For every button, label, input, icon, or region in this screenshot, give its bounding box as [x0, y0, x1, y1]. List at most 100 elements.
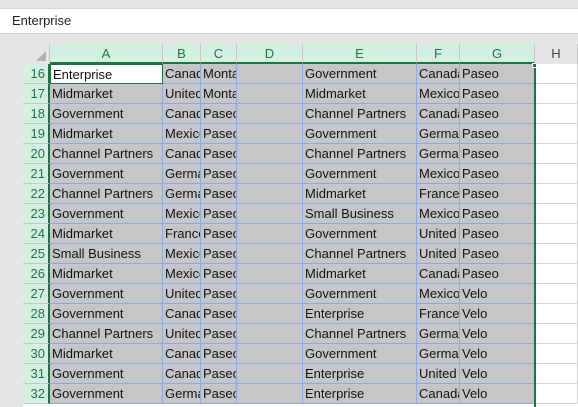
- cell-b[interactable]: Germany: [163, 184, 201, 204]
- cell-b[interactable]: United States: [163, 324, 201, 344]
- cell-c[interactable]: Paseo: [201, 224, 237, 244]
- cell-f[interactable]: Germany: [417, 144, 460, 164]
- cell-d[interactable]: [237, 184, 303, 204]
- cell-f[interactable]: Mexico: [417, 164, 460, 184]
- cell-a[interactable]: Enterprise: [50, 64, 163, 84]
- cell-b[interactable]: Canada: [163, 104, 201, 124]
- cell-c[interactable]: Paseo: [201, 124, 237, 144]
- cell-g[interactable]: Velo: [460, 384, 535, 404]
- cell-f[interactable]: United States: [417, 364, 460, 384]
- cell-e[interactable]: Midmarket: [303, 84, 417, 104]
- cell-a[interactable]: Channel Partners: [50, 144, 163, 164]
- cell-h[interactable]: [535, 344, 578, 364]
- cell-h[interactable]: [535, 144, 578, 164]
- cell-c[interactable]: Paseo: [201, 244, 237, 264]
- cell-a[interactable]: Channel Partners: [50, 324, 163, 344]
- cell-h[interactable]: [535, 184, 578, 204]
- cell-f[interactable]: Canada: [417, 264, 460, 284]
- cell-e[interactable]: Enterprise: [303, 384, 417, 404]
- formula-bar[interactable]: Enterprise: [0, 8, 578, 34]
- cell-d[interactable]: [237, 384, 303, 404]
- cell-f[interactable]: Mexico: [417, 284, 460, 304]
- cell-a[interactable]: Small Business: [50, 244, 163, 264]
- row-header[interactable]: 30: [23, 344, 50, 364]
- cell-h[interactable]: [535, 164, 578, 184]
- cell-g[interactable]: Paseo: [460, 84, 535, 104]
- cell-d[interactable]: [237, 144, 303, 164]
- column-header-g[interactable]: G: [460, 44, 535, 64]
- cell-e[interactable]: Channel Partners: [303, 104, 417, 124]
- cell-e[interactable]: Government: [303, 224, 417, 244]
- cell-f[interactable]: Canada: [417, 384, 460, 404]
- cell-g[interactable]: Paseo: [460, 244, 535, 264]
- cell-d[interactable]: [237, 224, 303, 244]
- cell-g[interactable]: Velo: [460, 344, 535, 364]
- row-header[interactable]: 32: [23, 384, 50, 404]
- cell-a[interactable]: Government: [50, 304, 163, 324]
- cell-e[interactable]: Government: [303, 124, 417, 144]
- cell-f[interactable]: United States: [417, 224, 460, 244]
- cell-c[interactable]: Paseo: [201, 304, 237, 324]
- row-header[interactable]: 16: [23, 64, 50, 84]
- cell-a[interactable]: Government: [50, 204, 163, 224]
- cell-h[interactable]: [535, 384, 578, 404]
- cell-f[interactable]: United States: [417, 244, 460, 264]
- row-header[interactable]: 26: [23, 264, 50, 284]
- cell-f[interactable]: Canada: [417, 104, 460, 124]
- row-header[interactable]: 27: [23, 284, 50, 304]
- cell-d[interactable]: [237, 64, 303, 84]
- cell-b[interactable]: United States: [163, 84, 201, 104]
- column-header-c[interactable]: C: [201, 44, 237, 64]
- cell-h[interactable]: [535, 224, 578, 244]
- cell-h[interactable]: [535, 304, 578, 324]
- cell-b[interactable]: Mexico: [163, 244, 201, 264]
- row-header[interactable]: 25: [23, 244, 50, 264]
- cell-a[interactable]: Government: [50, 384, 163, 404]
- cell-f[interactable]: France: [417, 304, 460, 324]
- row-header[interactable]: 21: [23, 164, 50, 184]
- cell-h[interactable]: [535, 284, 578, 304]
- cell-b[interactable]: Canada: [163, 304, 201, 324]
- cell-e[interactable]: Enterprise: [303, 364, 417, 384]
- cell-a[interactable]: Channel Partners: [50, 184, 163, 204]
- cell-c[interactable]: Paseo: [201, 164, 237, 184]
- cell-c[interactable]: Paseo: [201, 344, 237, 364]
- cell-a[interactable]: Government: [50, 104, 163, 124]
- cell-f[interactable]: Germany: [417, 324, 460, 344]
- cell-c[interactable]: Montana: [201, 64, 237, 84]
- cell-c[interactable]: Paseo: [201, 284, 237, 304]
- row-header[interactable]: 17: [23, 84, 50, 104]
- cell-c[interactable]: Paseo: [201, 184, 237, 204]
- cell-f[interactable]: Canada: [417, 64, 460, 84]
- cell-d[interactable]: [237, 204, 303, 224]
- cell-g[interactable]: Paseo: [460, 224, 535, 244]
- cell-e[interactable]: Small Business: [303, 204, 417, 224]
- cell-b[interactable]: United States: [163, 284, 201, 304]
- cell-d[interactable]: [237, 164, 303, 184]
- cell-a[interactable]: Midmarket: [50, 84, 163, 104]
- cell-h[interactable]: [535, 324, 578, 344]
- cell-h[interactable]: [535, 264, 578, 284]
- cell-g[interactable]: Paseo: [460, 164, 535, 184]
- cell-e[interactable]: Channel Partners: [303, 244, 417, 264]
- cell-c[interactable]: Paseo: [201, 364, 237, 384]
- column-header-e[interactable]: E: [303, 44, 417, 64]
- cell-b[interactable]: Canada: [163, 64, 201, 84]
- row-header[interactable]: 19: [23, 124, 50, 144]
- cell-d[interactable]: [237, 304, 303, 324]
- cell-b[interactable]: Germany: [163, 384, 201, 404]
- column-header-f[interactable]: F: [417, 44, 460, 64]
- select-all-corner[interactable]: [23, 44, 50, 64]
- cell-e[interactable]: Government: [303, 344, 417, 364]
- spreadsheet-grid[interactable]: A B C D E F G H 16EnterpriseCanadaMontan…: [23, 44, 578, 407]
- row-header[interactable]: 18: [23, 104, 50, 124]
- cell-g[interactable]: Paseo: [460, 104, 535, 124]
- cell-a[interactable]: Midmarket: [50, 344, 163, 364]
- cell-h[interactable]: [535, 124, 578, 144]
- cell-h[interactable]: [535, 104, 578, 124]
- cell-g[interactable]: Velo: [460, 284, 535, 304]
- cell-g[interactable]: Velo: [460, 304, 535, 324]
- cell-a[interactable]: Midmarket: [50, 224, 163, 244]
- cell-g[interactable]: Paseo: [460, 64, 535, 84]
- cell-b[interactable]: Mexico: [163, 124, 201, 144]
